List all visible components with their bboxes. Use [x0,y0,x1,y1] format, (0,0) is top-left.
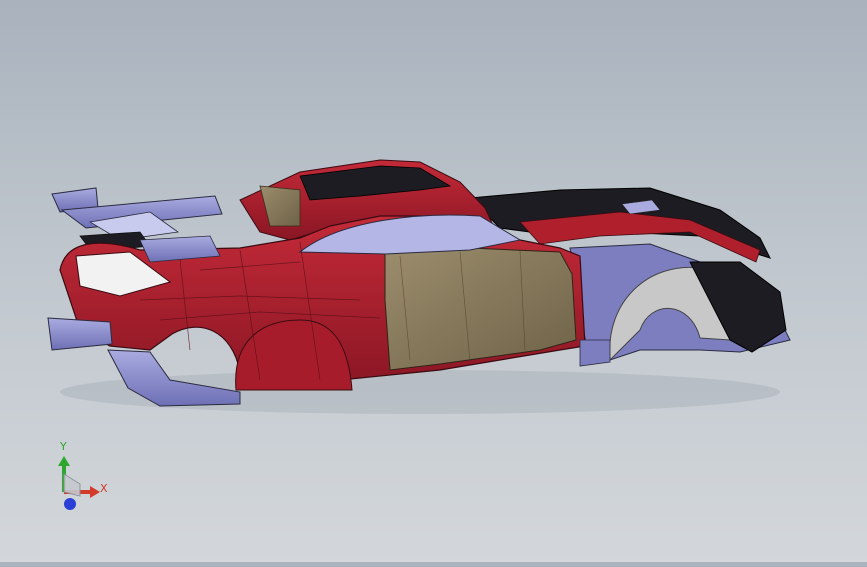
side-skirt [579,339,611,367]
z-axis-arrow [64,498,76,510]
car-body-model[interactable] [0,0,867,562]
axis-triad: Y X [44,440,124,520]
cad-3d-viewport[interactable]: Y X [0,0,867,562]
x-axis-label: X [100,482,108,495]
y-axis-label: Y [60,440,67,453]
axis-triad-graphic [58,456,100,510]
